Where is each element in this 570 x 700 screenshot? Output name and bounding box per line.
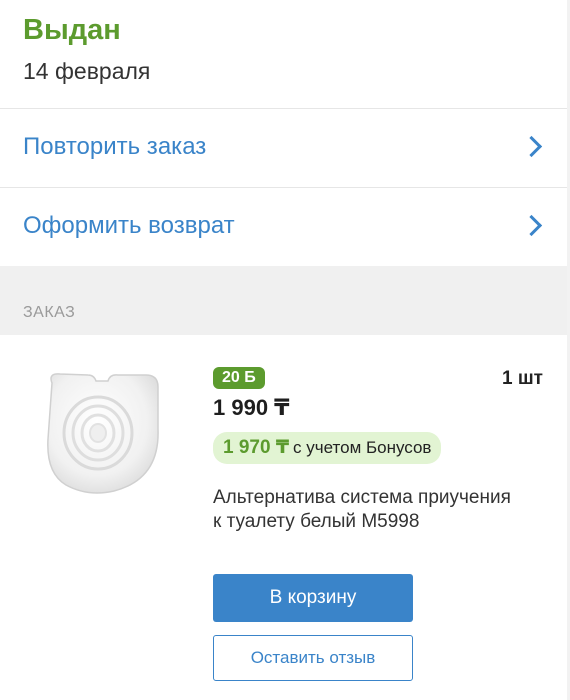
product-price: 1 990 ₸: [213, 395, 290, 420]
repeat-order-button[interactable]: Повторить заказ: [0, 109, 567, 187]
order-status: Выдан: [23, 14, 121, 46]
order-product-card: 20 Б 1 шт 1 990 ₸ 1 970 ₸ с учетом Бонусо…: [0, 335, 567, 700]
bonus-price-note: с учетом Бонусов: [293, 438, 432, 457]
return-order-button[interactable]: Оформить возврат: [0, 188, 567, 266]
repeat-order-label: Повторить заказ: [23, 133, 207, 160]
section-label: ЗАКАЗ: [23, 304, 76, 321]
leave-review-button[interactable]: Оставить отзыв: [213, 635, 413, 681]
product-image[interactable]: [38, 369, 166, 497]
order-status-block: Выдан 14 февраля: [0, 0, 567, 108]
toilet-pad-icon: [47, 373, 159, 494]
return-order-label: Оформить возврат: [23, 212, 235, 239]
bonus-points-badge: 20 Б: [213, 367, 265, 389]
chevron-right-icon: [520, 214, 543, 237]
chevron-right-icon: [520, 135, 543, 158]
product-title[interactable]: Альтернатива система приучения к туалету…: [213, 486, 513, 534]
add-to-cart-button[interactable]: В корзину: [213, 574, 413, 622]
order-date: 14 февраля: [23, 58, 151, 84]
product-quantity: 1 шт: [502, 368, 543, 389]
order-section-header: ЗАКАЗ: [0, 266, 567, 335]
bonus-price-amount: 1 970 ₸: [223, 437, 290, 458]
bonus-price-pill: 1 970 ₸ с учетом Бонусов: [213, 432, 442, 464]
